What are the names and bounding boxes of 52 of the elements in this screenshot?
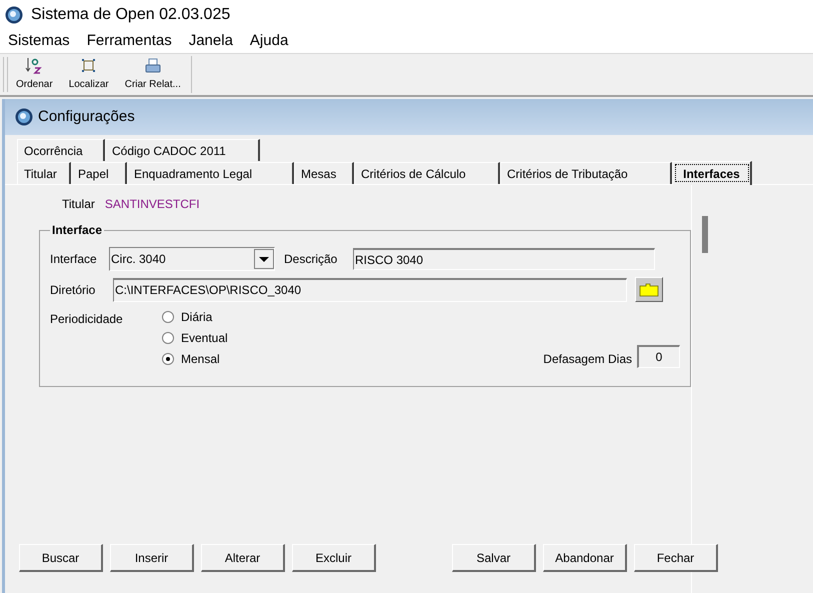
tab[interactable]: Critérios de Tributação (500, 162, 672, 184)
tab[interactable]: Critérios de Cálculo (354, 162, 500, 184)
group-title: Interface (51, 222, 104, 239)
menu-item[interactable]: Ferramentas (86, 30, 172, 53)
action-button[interactable]: Alterar (201, 544, 285, 572)
scrollbar-thumb[interactable] (702, 216, 708, 253)
action-button[interactable]: Fechar (634, 544, 718, 572)
toolbar-button[interactable]: Criar Relat... (116, 56, 189, 93)
offset-days-field[interactable]: 0 (637, 345, 680, 368)
tab[interactable]: Titular (17, 162, 71, 184)
periodicity-label: Periodicidade (50, 311, 124, 328)
titular-label: Titular (62, 196, 95, 213)
action-button[interactable]: Inserir (110, 544, 194, 572)
printer-icon (144, 57, 162, 75)
dropdown-caret-icon[interactable] (254, 249, 274, 269)
directory-field[interactable]: C:\INTERFACES\OP\RISCO_3040 (113, 278, 627, 302)
browse-folder-button[interactable] (635, 277, 663, 302)
radio-button[interactable] (162, 353, 174, 365)
interface-dropdown[interactable]: Circ. 3040 (109, 247, 275, 271)
menu-item[interactable]: Sistemas (8, 30, 70, 53)
folder-icon (639, 282, 659, 296)
find-icon (80, 57, 98, 75)
radio-option[interactable]: Eventual (162, 329, 228, 347)
tab[interactable]: Interfaces (672, 161, 752, 185)
radio-option[interactable]: Diária (162, 308, 228, 326)
interface-label: Interface (50, 251, 98, 268)
description-field[interactable]: RISCO 3040 (353, 248, 655, 270)
tab[interactable]: Ocorrência (17, 139, 105, 161)
tab[interactable]: Enquadramento Legal (127, 162, 294, 184)
window-title: Sistema de Open 02.03.025 (31, 5, 230, 25)
description-label: Descrição (284, 251, 338, 268)
app-logo-icon (15, 108, 33, 126)
sort-az-icon (25, 57, 44, 75)
offset-days-label: Defasagem Dias (543, 351, 632, 368)
menu-item[interactable]: Ajuda (250, 30, 288, 53)
toolbar-button[interactable]: Ordenar (8, 56, 61, 93)
tab[interactable]: Papel (71, 162, 127, 184)
action-button[interactable]: Salvar (452, 544, 536, 572)
child-window-title: Configurações (38, 106, 135, 127)
radio-button[interactable] (162, 311, 174, 323)
titular-value: SANTINVESTCFI (104, 196, 200, 213)
app-logo-icon (5, 6, 23, 24)
toolbar-button[interactable]: Localizar (60, 56, 117, 93)
tab[interactable]: Código CADOC 2011 (105, 139, 260, 161)
radio-option[interactable]: Mensal (162, 350, 228, 368)
action-button[interactable]: Excluir (292, 544, 376, 572)
action-button[interactable]: Abandonar (543, 544, 627, 572)
radio-button[interactable] (162, 332, 174, 344)
action-button[interactable]: Buscar (19, 544, 103, 572)
menu-item[interactable]: Janela (188, 30, 233, 53)
tab[interactable]: Mesas (294, 162, 354, 184)
directory-label: Diretório (50, 282, 96, 298)
